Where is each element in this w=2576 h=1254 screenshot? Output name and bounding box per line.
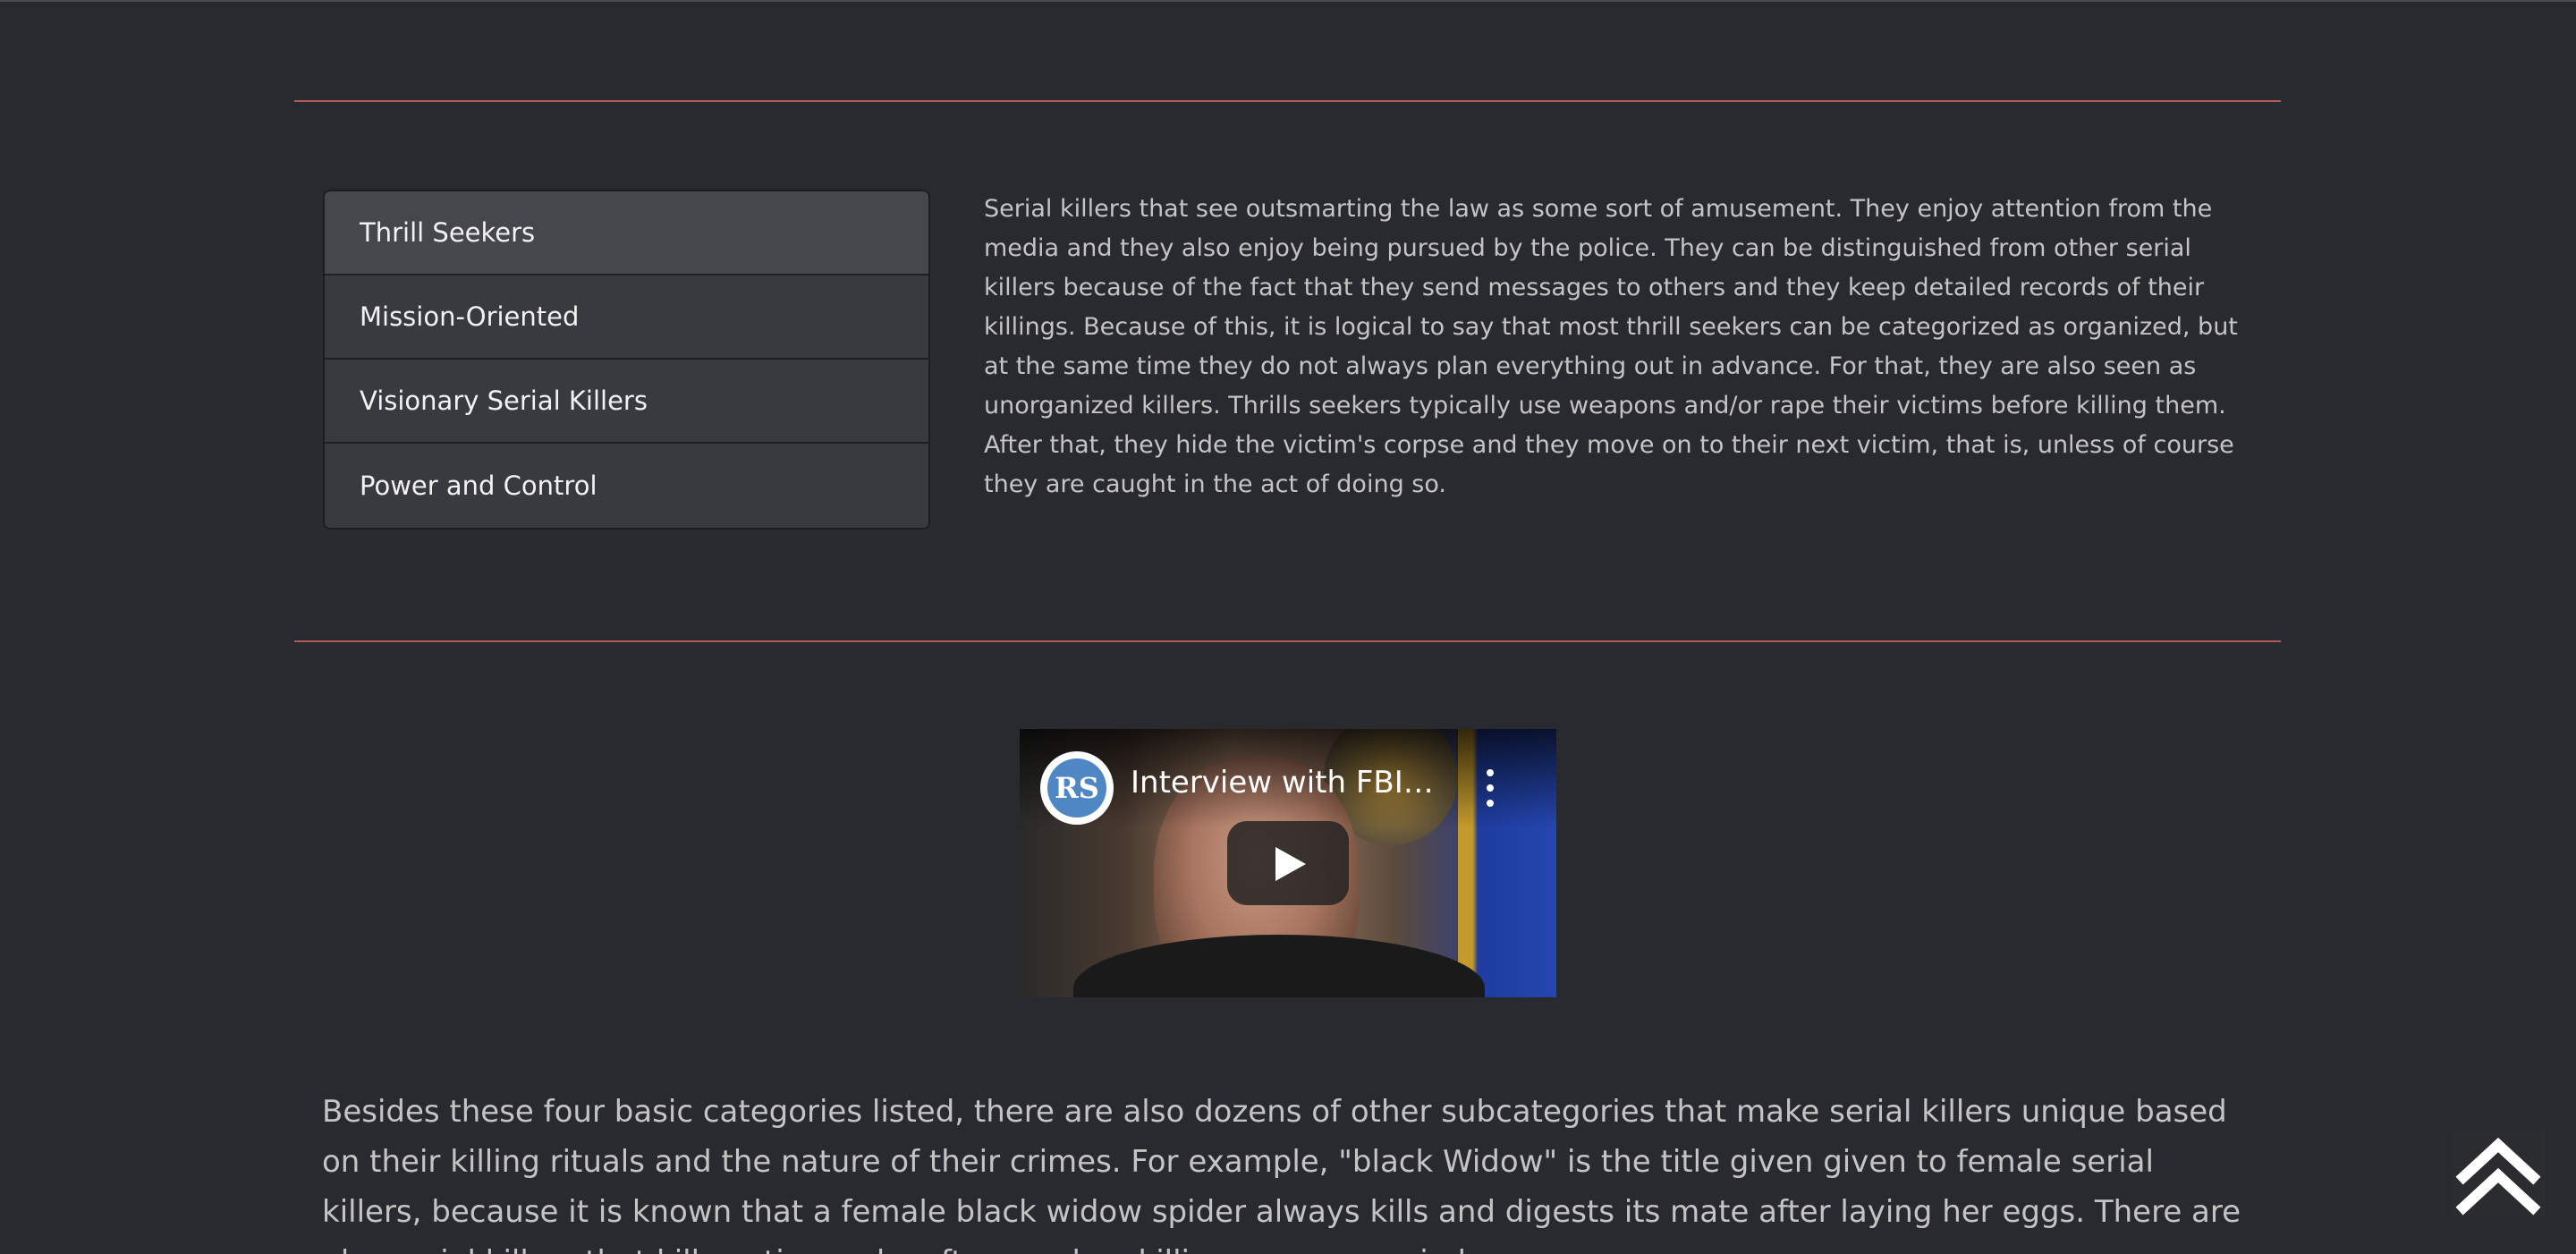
tab-visionary-serial-killers[interactable]: Visionary Serial Killers (325, 360, 928, 444)
channel-avatar-initials: RS (1047, 758, 1106, 818)
middle-divider (294, 640, 2281, 642)
tab-mission-oriented[interactable]: Mission-Oriented (325, 275, 928, 360)
tab-content-text: Serial killers that see outsmarting the … (984, 195, 2238, 498)
channel-avatar[interactable]: RS (1040, 751, 1114, 825)
body-paragraph: Besides these four basic categories list… (322, 1094, 2241, 1254)
page: Thrill Seekers Mission-Oriented Visionar… (0, 0, 2576, 1254)
video-thumbnail-suit (1073, 935, 1485, 997)
double-chevron-up-icon (2455, 1137, 2541, 1216)
top-divider (294, 100, 2281, 102)
tab-thrill-seekers[interactable]: Thrill Seekers (325, 191, 928, 275)
tab-power-and-control[interactable]: Power and Control (325, 444, 928, 528)
play-icon[interactable] (1227, 821, 1349, 905)
video-title[interactable]: Interview with FBI S... (1131, 765, 1435, 801)
more-vertical-icon[interactable] (1481, 769, 1499, 807)
category-tab-list: Thrill Seekers Mission-Oriented Visionar… (323, 190, 930, 530)
video-player[interactable]: RS Interview with FBI S... (1020, 729, 1556, 997)
scroll-to-top-button[interactable] (2451, 1131, 2546, 1216)
